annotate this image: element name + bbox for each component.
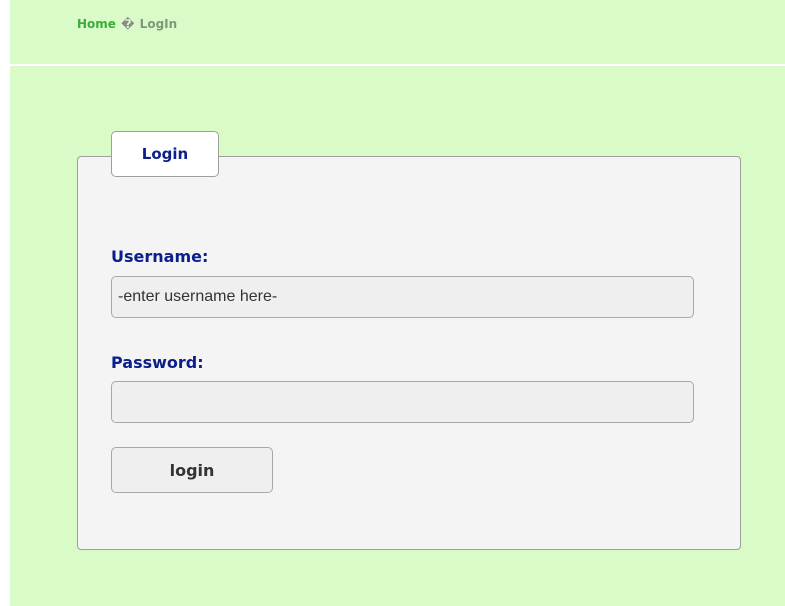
- breadcrumb: Home � LogIn: [77, 17, 177, 31]
- page-background: Home � LogIn Login Username: Password: l…: [10, 0, 785, 606]
- username-input[interactable]: [111, 276, 694, 318]
- login-legend: Login: [111, 131, 219, 177]
- login-button[interactable]: login: [111, 447, 273, 493]
- breadcrumb-home-link[interactable]: Home: [77, 17, 116, 31]
- password-label: Password:: [111, 353, 204, 372]
- header-divider: [10, 64, 785, 66]
- breadcrumb-current: LogIn: [139, 17, 178, 31]
- username-label: Username:: [111, 247, 209, 266]
- breadcrumb-separator: �: [121, 17, 135, 31]
- password-input[interactable]: [111, 381, 694, 423]
